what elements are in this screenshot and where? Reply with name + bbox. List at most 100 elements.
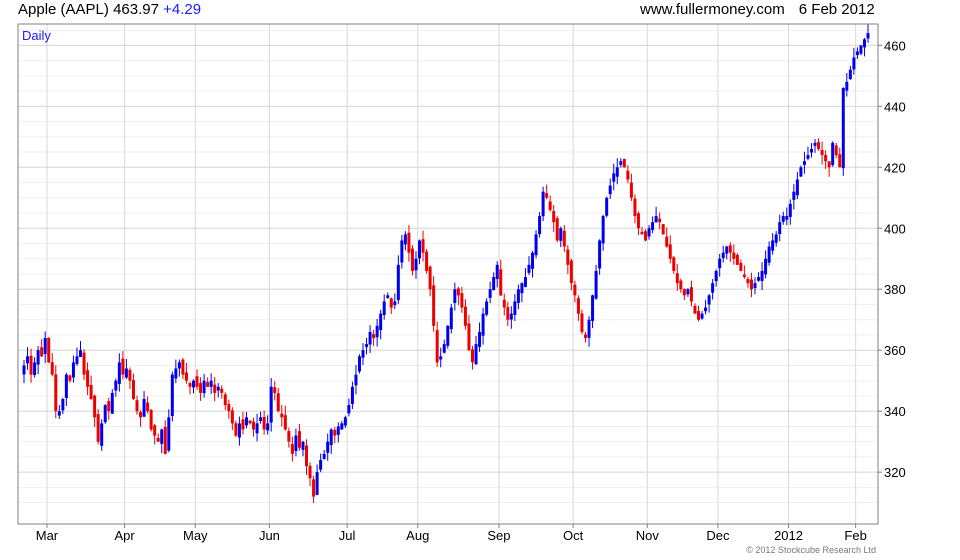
candle-down: [93, 395, 97, 418]
candle-up: [718, 258, 722, 269]
candle-down: [732, 252, 736, 259]
candle-down: [410, 248, 414, 271]
candle-down: [82, 352, 86, 375]
candle-up: [488, 289, 492, 298]
candle-down: [297, 431, 301, 448]
candle-down: [735, 254, 739, 265]
candle-down: [668, 244, 672, 259]
x-tick-label: May: [183, 528, 208, 543]
x-tick-label: Dec: [706, 528, 730, 543]
candle-up: [778, 222, 782, 234]
candle-up: [33, 362, 37, 376]
candle-up: [700, 313, 704, 319]
candle-up: [534, 234, 538, 256]
candle-up: [855, 51, 859, 56]
candle-down: [273, 387, 277, 393]
candle-up: [654, 216, 658, 223]
candle-up: [22, 365, 26, 375]
candle-up: [336, 426, 340, 435]
candle-up: [615, 167, 619, 177]
candle-down: [280, 413, 284, 418]
candle-down: [372, 334, 376, 339]
candle-down: [435, 330, 439, 363]
candle-up: [64, 374, 68, 398]
candle-up: [771, 240, 775, 251]
candle-down: [682, 289, 686, 296]
candle-up: [651, 222, 655, 230]
candle-down: [163, 426, 167, 454]
candle-down: [675, 273, 679, 284]
candle-down: [640, 231, 644, 235]
candle-down: [432, 285, 436, 326]
candle-down: [626, 170, 630, 180]
candle-down: [121, 358, 125, 375]
candle-up: [57, 411, 61, 416]
candle-down: [728, 245, 732, 253]
candle-up: [26, 356, 30, 364]
candle-up: [170, 374, 174, 417]
candle-down: [333, 429, 337, 436]
candle-up: [866, 33, 870, 39]
candle-down: [502, 299, 506, 308]
candle-up: [237, 423, 241, 438]
candle-down: [287, 431, 291, 442]
candle-up: [845, 81, 849, 91]
candle-up: [354, 374, 358, 386]
candle-up: [721, 252, 725, 259]
candle-down: [665, 236, 669, 247]
candle-down: [149, 409, 153, 430]
candle-up: [347, 405, 351, 414]
candle-down: [156, 437, 160, 442]
candle-down: [89, 384, 93, 399]
candle-up: [795, 179, 799, 196]
candle-up: [760, 270, 764, 281]
candle-up: [216, 386, 220, 391]
candle-up: [100, 423, 104, 446]
candle-up: [601, 216, 605, 244]
candle-down: [220, 388, 224, 393]
candle-down: [629, 182, 633, 198]
candle-down: [566, 249, 570, 265]
candle-down: [552, 211, 556, 223]
candle-down: [583, 334, 587, 339]
candle-up: [725, 246, 729, 254]
y-tick-label: 380: [884, 282, 906, 297]
candle-up: [350, 386, 354, 405]
candle-down: [47, 337, 51, 363]
candle-up: [509, 313, 513, 320]
candle-up: [386, 295, 390, 298]
candle-down: [622, 159, 626, 168]
candle-up: [418, 240, 422, 259]
y-tick-label: 400: [884, 221, 906, 236]
candle-up: [605, 197, 609, 216]
candle-up: [848, 69, 852, 80]
candle-down: [749, 279, 753, 290]
candle-down: [131, 380, 135, 399]
x-tick-label: Apr: [115, 528, 136, 543]
candle-down: [181, 359, 185, 375]
candle-down: [407, 232, 411, 253]
candle-up: [379, 313, 383, 331]
candle-down: [746, 279, 750, 284]
candle-down: [425, 251, 429, 271]
candle-up: [375, 325, 379, 338]
candle-up: [117, 362, 121, 384]
candle-up: [707, 295, 711, 305]
y-tick-label: 460: [884, 38, 906, 53]
candle-down: [230, 410, 234, 424]
candle-up: [269, 386, 273, 423]
candle-up: [446, 325, 450, 346]
candle-up: [266, 423, 270, 431]
candle-down: [223, 394, 227, 406]
candle-up: [485, 301, 489, 315]
candle-up: [414, 258, 418, 271]
candle-down: [696, 311, 700, 320]
candle-up: [365, 344, 369, 348]
candle-up: [167, 417, 171, 451]
candle-down: [672, 257, 676, 271]
candle-up: [799, 167, 803, 177]
candle-down: [838, 154, 842, 168]
candle-down: [283, 415, 287, 430]
x-tick-label: Oct: [563, 528, 584, 543]
candle-down: [146, 402, 150, 412]
